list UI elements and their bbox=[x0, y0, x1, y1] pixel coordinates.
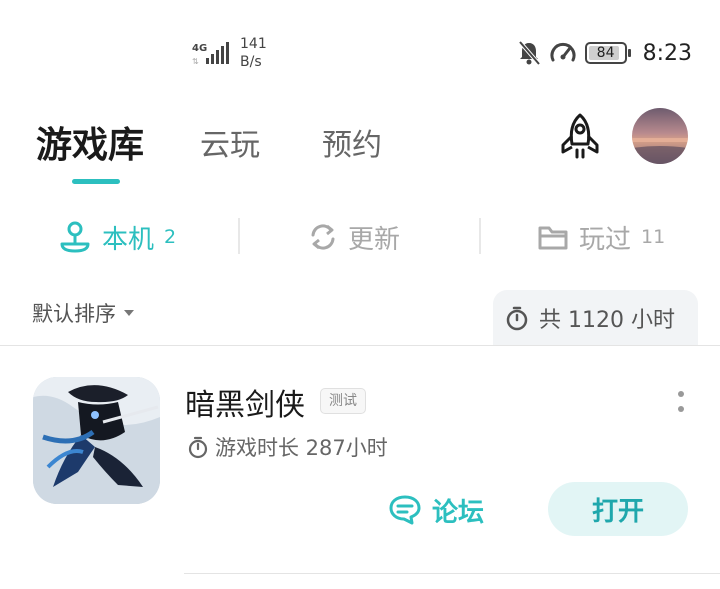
tab-cloud-play[interactable]: 云玩 bbox=[200, 120, 260, 164]
status-bar: 4G ⇅ 141 B/s 84 8:23 bbox=[0, 0, 720, 100]
mute-bell-icon bbox=[518, 40, 541, 66]
subtab-local-count: 2 bbox=[164, 226, 177, 248]
battery-level: 84 bbox=[596, 45, 615, 61]
subtab-update-label: 更新 bbox=[348, 224, 401, 255]
tab-game-library[interactable]: 游戏库 bbox=[36, 116, 144, 168]
battery-cap bbox=[627, 49, 631, 57]
active-tab-indicator bbox=[72, 179, 120, 184]
refresh-icon bbox=[311, 224, 335, 250]
game-title[interactable]: 暗黑剑侠 bbox=[185, 380, 305, 424]
avatar-image bbox=[632, 138, 688, 164]
subtab-divider bbox=[479, 218, 481, 254]
game-playtime-label: 游戏时长 287小时 bbox=[215, 436, 388, 460]
user-avatar[interactable] bbox=[632, 108, 688, 164]
caret-down-icon bbox=[124, 310, 134, 316]
clock: 8:23 bbox=[642, 40, 692, 66]
subtab-played-count: 11 bbox=[641, 226, 666, 248]
divider bbox=[0, 345, 720, 346]
subtab-divider bbox=[238, 218, 240, 254]
divider bbox=[184, 573, 720, 574]
stopwatch-icon bbox=[506, 306, 528, 331]
chat-bubble-icon bbox=[389, 495, 421, 525]
subtab-played-label: 玩过 bbox=[579, 224, 632, 255]
rocket-icon[interactable] bbox=[555, 112, 605, 162]
subtab-local-label: 本机 bbox=[102, 224, 155, 255]
joystick-icon bbox=[60, 221, 90, 253]
speedometer-icon bbox=[550, 42, 576, 62]
subtab-played[interactable]: 玩过 11 bbox=[537, 210, 665, 264]
top-tab-bar: 游戏库 云玩 预约 bbox=[36, 112, 444, 172]
forum-label: 论坛 bbox=[432, 497, 485, 528]
total-playtime: 共 1120 小时 bbox=[493, 290, 698, 346]
subtab-local[interactable]: 本机 2 bbox=[58, 210, 176, 264]
svg-text:4G: 4G bbox=[192, 43, 207, 54]
stopwatch-icon bbox=[188, 436, 208, 459]
svg-text:⇅: ⇅ bbox=[192, 57, 199, 66]
battery-icon: 84 bbox=[584, 42, 627, 64]
sort-dropdown[interactable]: 默认排序 bbox=[32, 298, 134, 328]
more-vertical-icon[interactable] bbox=[670, 388, 692, 418]
open-game-button[interactable]: 打开 bbox=[548, 482, 688, 536]
network-speed-value: 141 bbox=[240, 36, 267, 52]
signal-icon: 4G ⇅ bbox=[192, 42, 229, 66]
folder-icon bbox=[538, 226, 568, 250]
tab-reservations[interactable]: 预约 bbox=[322, 120, 382, 164]
network-speed: 141 B/s bbox=[240, 35, 267, 71]
network-speed-unit: B/s bbox=[240, 54, 262, 70]
library-filter-tabs: 本机 2 更新 玩过 11 bbox=[0, 210, 720, 264]
sort-label: 默认排序 bbox=[32, 302, 116, 326]
game-icon-image[interactable] bbox=[33, 377, 160, 504]
subtab-update[interactable]: 更新 bbox=[308, 210, 400, 264]
total-playtime-label: 共 1120 小时 bbox=[539, 308, 675, 333]
status-badge: 测试 bbox=[320, 388, 366, 414]
game-playtime: 游戏时长 287小时 bbox=[187, 432, 388, 462]
game-artwork bbox=[33, 377, 160, 504]
forum-button[interactable]: 论坛 bbox=[388, 488, 484, 532]
